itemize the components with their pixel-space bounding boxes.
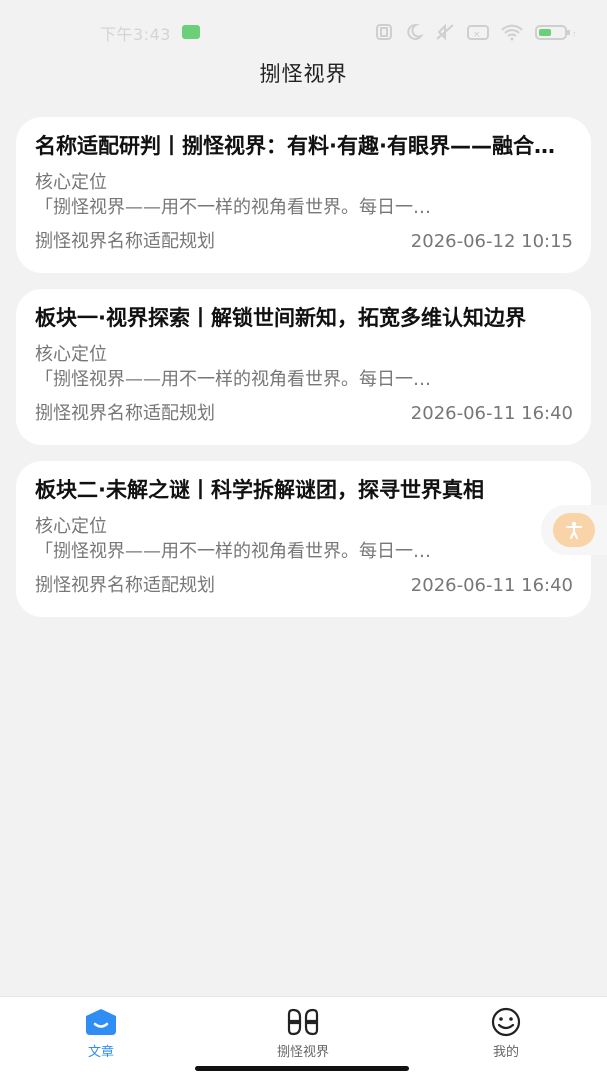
tab-mine[interactable]: 我的 [446,1007,566,1067]
status-bar: 下午3:43 × ⚡ [0,0,607,62]
article-title: 板块一·视界探索丨解锁世间新知，拓宽多维认知边界 [35,306,526,330]
status-icons: × ⚡ [375,22,575,42]
status-time: 下午3:43 [100,25,171,44]
svg-text:×: × [473,30,481,40]
article-icon [86,1009,116,1035]
wechat-notification-icon [182,25,200,39]
article-card[interactable]: 板块一·视界探索丨解锁世间新知，拓宽多维认知边界 核心定位 「捌怪视界——用不一… [16,289,591,445]
home-indicator[interactable] [195,1066,409,1071]
tab-baguai-shijie[interactable]: 捌怪视界 [243,1007,363,1067]
article-summary-heading: 核心定位 [35,344,107,365]
accessibility-button-inner [553,513,595,547]
accessibility-icon [566,521,582,539]
article-source: 捌怪视界名称适配规划 [35,403,215,424]
article-time: 2026-06-12 10:15 [410,231,573,252]
article-source: 捌怪视界名称适配规划 [35,231,215,252]
app-screen: 下午3:43 × ⚡ 捌怪视界 名称适配研判丨捌怪视界：有料·有趣·有眼界——融… [0,0,607,1080]
article-time: 2026-06-11 16:40 [410,403,573,424]
article-card[interactable]: 板块二·未解之谜丨科学拆解谜团，探寻世界真相 核心定位 「捌怪视界——用不一样的… [16,461,591,617]
wifi-icon [501,24,523,41]
article-list: 名称适配研判丨捌怪视界：有料·有趣·有眼界——融合三大风格的全能型科普认知号 核… [16,117,591,633]
smiley-icon [491,1007,521,1037]
article-meta: 捌怪视界名称适配规划 2026-06-11 16:40 [35,573,573,599]
article-source: 捌怪视界名称适配规划 [35,575,215,596]
article-title: 板块二·未解之谜丨科学拆解谜团，探寻世界真相 [35,478,484,502]
svg-text:⚡: ⚡ [572,29,575,40]
tab-article[interactable]: 文章 [41,1007,161,1067]
grid-icon [287,1008,319,1036]
article-summary: 「捌怪视界——用不一样的视角看世界。每日一… [35,541,431,562]
battery-icon: ⚡ [535,25,575,40]
article-summary-heading: 核心定位 [35,172,107,193]
tab-label: 我的 [492,1045,519,1060]
article-summary: 「捌怪视界——用不一样的视角看世界。每日一… [35,197,431,218]
accessibility-float-button[interactable] [541,505,607,555]
nfc-icon [376,24,392,40]
article-time: 2026-06-11 16:40 [410,575,573,596]
moon-icon [407,23,423,40]
article-summary-heading: 核心定位 [35,516,107,537]
article-card[interactable]: 名称适配研判丨捌怪视界：有料·有趣·有眼界——融合三大风格的全能型科普认知号 核… [16,117,591,273]
page-title: 捌怪视界 [259,62,348,86]
tab-label: 文章 [87,1045,114,1060]
mute-icon [436,23,454,41]
article-summary: 「捌怪视界——用不一样的视角看世界。每日一… [35,369,431,390]
article-title: 名称适配研判丨捌怪视界：有料·有趣·有眼界——融合三大风格的全能型科普认知号 [35,134,573,158]
sim-icon: × [467,25,489,40]
article-meta: 捌怪视界名称适配规划 2026-06-12 10:15 [35,229,573,255]
article-meta: 捌怪视界名称适配规划 2026-06-11 16:40 [35,401,573,427]
tab-label: 捌怪视界 [276,1045,329,1060]
